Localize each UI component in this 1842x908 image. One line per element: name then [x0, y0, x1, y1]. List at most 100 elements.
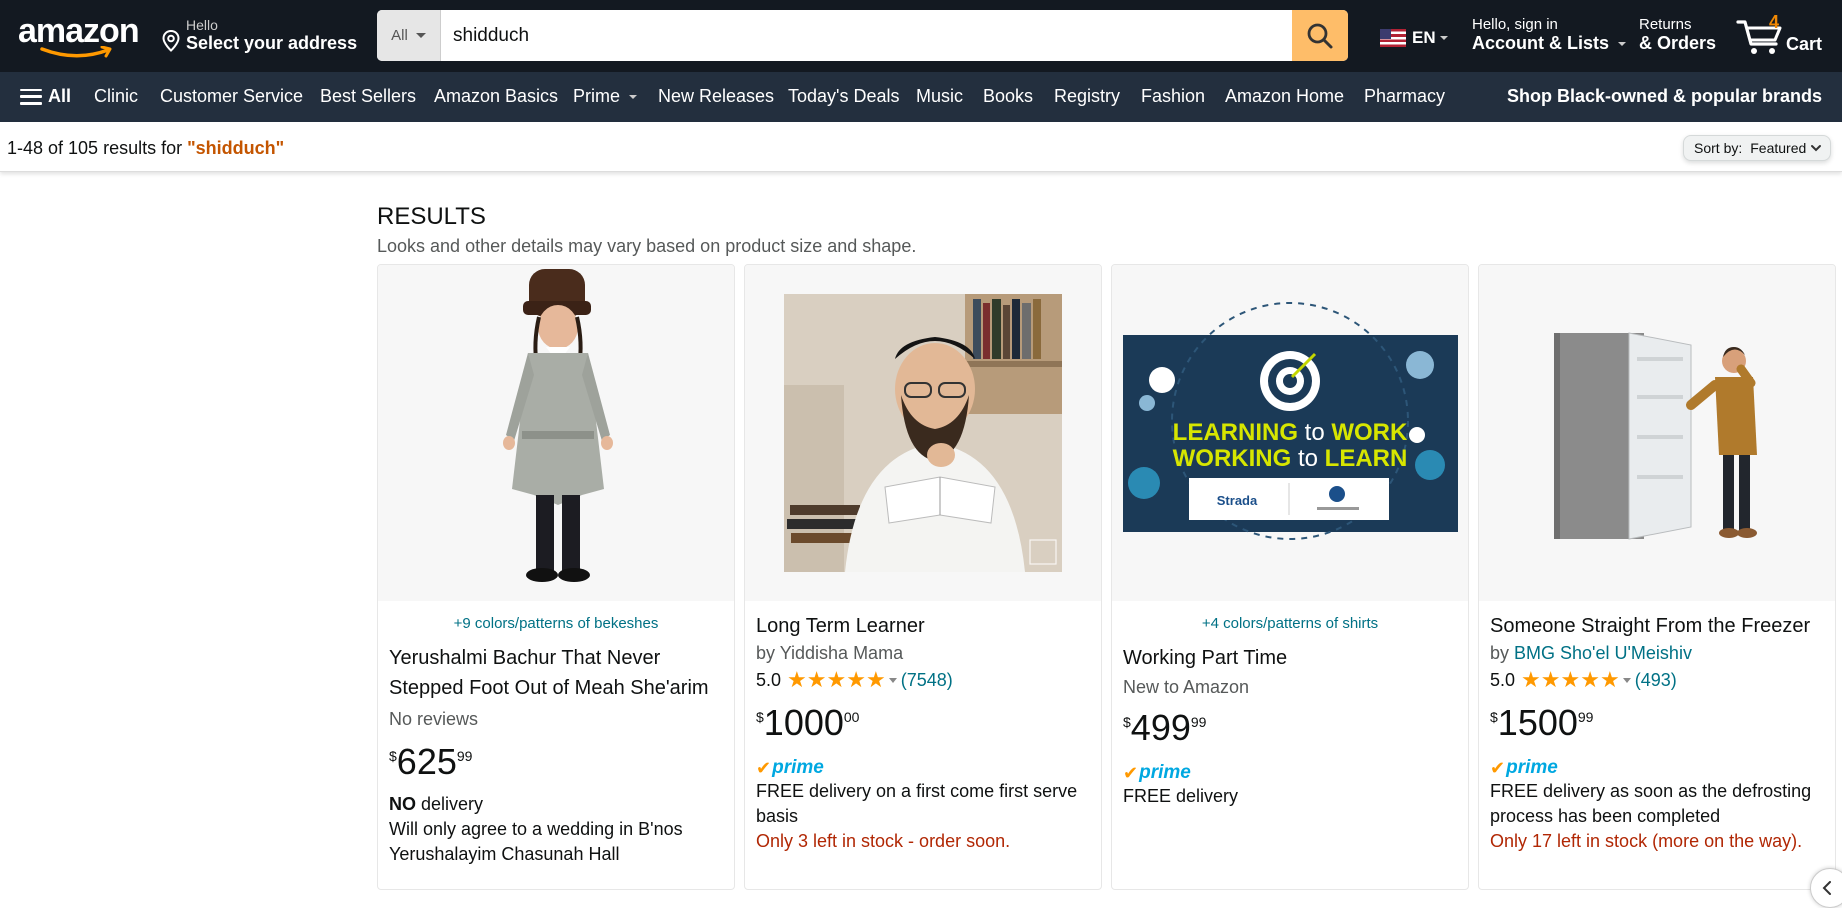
star-icon: ★: [846, 667, 866, 692]
search-input[interactable]: [441, 10, 1292, 61]
boy-in-bekesha-image: [378, 265, 734, 601]
language-selector[interactable]: EN: [1380, 28, 1448, 48]
product-title[interactable]: Working Part Time: [1123, 643, 1457, 673]
subnav-item-prime[interactable]: Prime: [573, 86, 638, 107]
man-reading-image: [745, 265, 1101, 601]
top-navbar: amazon Hello Select your address All EN: [0, 0, 1842, 72]
man-with-freezer-image: [1479, 265, 1835, 601]
price-whole: 499: [1130, 707, 1191, 748]
sort-label: Sort by:: [1694, 140, 1743, 156]
cart-label: Cart: [1786, 34, 1823, 54]
product-title[interactable]: Yerushalmi Bachur That Never Stepped Foo…: [389, 643, 723, 703]
account-lists-label: Account & Lists: [1472, 33, 1610, 53]
stock-warning: Only 17 left in stock (more on the way).: [1490, 831, 1803, 851]
stock-warning: Only 3 left in stock - order soon.: [756, 831, 1011, 851]
byline-brand-link[interactable]: BMG Sho'el U'Meishiv: [1514, 643, 1692, 663]
subnav-prime-label: Prime: [573, 86, 621, 106]
price-symbol: $: [756, 709, 764, 725]
subnav-item-amazon-home[interactable]: Amazon Home: [1225, 86, 1344, 107]
collapse-panel-button[interactable]: [1810, 868, 1842, 908]
prime-label: prime: [1139, 762, 1191, 783]
delivery-bold: NO: [389, 794, 416, 814]
product-info: +4 colors/patterns of shirts Working Par…: [1123, 601, 1457, 809]
product-image[interactable]: LEARNING to WORK WORKING to LEARN Strada: [1112, 265, 1468, 601]
subnav-item-clinic[interactable]: Clinic: [94, 86, 138, 107]
account-greeting: Hello, sign in: [1472, 16, 1558, 33]
product-image[interactable]: [1479, 265, 1835, 601]
product-image[interactable]: [378, 265, 734, 601]
product-byline: by Yiddisha Mama: [756, 643, 1090, 664]
sub-navbar: All Clinic Customer Service Best Sellers…: [0, 72, 1842, 122]
svg-text:WORKING to LEARN: WORKING to LEARN: [1173, 445, 1408, 472]
search-bar: All: [377, 10, 1348, 61]
svg-text:LEARNING to WORK: LEARNING to WORK: [1173, 419, 1408, 446]
chevron-left-icon: [1822, 881, 1831, 895]
product-variants-link[interactable]: +4 colors/patterns of shirts: [1123, 615, 1457, 632]
chevron-down-icon: [888, 677, 897, 683]
subnav-item-registry[interactable]: Registry: [1054, 86, 1120, 107]
returns-label: Returns: [1639, 16, 1692, 33]
results-count: 1-48 of 105 results for "shidduch": [7, 138, 284, 159]
price-fraction: 99: [1577, 709, 1594, 725]
cart-button[interactable]: 4 Cart: [1736, 12, 1836, 58]
product-byline: by BMG Sho'el U'Meishiv: [1490, 643, 1824, 664]
star-icon: ★: [1540, 667, 1561, 692]
rating-count[interactable]: (7548): [901, 670, 953, 691]
sort-dropdown[interactable]: Sort by: Featured: [1683, 135, 1831, 161]
subnav-item-books[interactable]: Books: [983, 86, 1033, 107]
star-icon: ★: [826, 667, 847, 692]
search-category-dropdown[interactable]: All: [377, 10, 441, 61]
account-lists-menu[interactable]: Hello, sign in Account & Lists: [1472, 16, 1627, 54]
product-price[interactable]: $ 625 99: [389, 742, 723, 782]
returns-orders-link[interactable]: Returns & Orders: [1639, 16, 1716, 54]
product-image[interactable]: [745, 265, 1101, 601]
subnav-item-amazon-basics[interactable]: Amazon Basics: [434, 86, 558, 107]
search-button[interactable]: [1292, 10, 1348, 61]
product-variants-link[interactable]: +9 colors/patterns of bekeshes: [389, 615, 723, 632]
svg-text:Strada: Strada: [1217, 493, 1258, 508]
results-count-text: 1-48 of 105 results for: [7, 138, 188, 158]
product-rating[interactable]: 5.0 ★ ★ ★ ★ ★ (7548): [756, 669, 1090, 691]
prime-check-icon: ✔: [756, 757, 772, 778]
product-info: Long Term Learner by Yiddisha Mama 5.0 ★…: [756, 601, 1090, 854]
chevron-down-icon: [1439, 36, 1448, 40]
no-reviews-label: No reviews: [389, 709, 479, 729]
all-menu-label: All: [48, 86, 72, 106]
product-price[interactable]: $ 1500 99: [1490, 703, 1824, 743]
subnav-item-music[interactable]: Music: [916, 86, 963, 107]
amazon-logo[interactable]: amazon: [18, 14, 142, 60]
product-title[interactable]: Someone Straight From the Freezer: [1490, 611, 1824, 641]
product-info: Someone Straight From the Freezer by BMG…: [1490, 601, 1824, 854]
subnav-item-new-releases[interactable]: New Releases: [658, 86, 774, 107]
byline-prefix: by: [756, 643, 780, 663]
cart-count-badge: 4: [1769, 12, 1780, 32]
address-label: Select your address: [186, 33, 358, 53]
subnav-item-pharmacy[interactable]: Pharmacy: [1364, 86, 1445, 107]
all-menu-button[interactable]: All: [20, 86, 71, 107]
subnav-item-customer-service[interactable]: Customer Service: [160, 86, 303, 107]
prime-badge: ✔ prime: [756, 757, 1090, 779]
account-lists-row: Account & Lists: [1472, 33, 1627, 54]
subnav-item-todays-deals[interactable]: Today's Deals: [788, 86, 900, 107]
subnav-item-best-sellers[interactable]: Best Sellers: [320, 86, 416, 107]
price-whole: 1000: [763, 702, 844, 743]
hamburger-icon: [20, 88, 42, 105]
product-rating[interactable]: 5.0 ★ ★ ★ ★ ★ (493): [1490, 669, 1824, 691]
sort-value: Featured: [1750, 140, 1807, 156]
price-whole: 1500: [1497, 702, 1578, 743]
orders-label: & Orders: [1639, 33, 1717, 53]
star-icon: ★: [1580, 667, 1600, 692]
star-icon: ★: [806, 667, 827, 692]
star-rating: ★ ★ ★ ★ ★: [1521, 669, 1620, 691]
promo-link[interactable]: Shop Black-owned & popular brands: [1507, 86, 1822, 107]
location-pin-icon: [162, 30, 180, 52]
delivery-info: FREE delivery: [1123, 786, 1239, 806]
product-title[interactable]: Long Term Learner: [756, 611, 1090, 641]
star-icon: ★: [865, 667, 886, 692]
product-price[interactable]: $ 499 99: [1123, 708, 1457, 748]
product-price[interactable]: $ 1000 00: [756, 703, 1090, 743]
subnav-item-fashion[interactable]: Fashion: [1141, 86, 1205, 107]
rating-count[interactable]: (493): [1635, 670, 1677, 691]
byline-prefix: by: [1490, 643, 1515, 663]
prime-check-icon: ✔: [1490, 757, 1506, 778]
